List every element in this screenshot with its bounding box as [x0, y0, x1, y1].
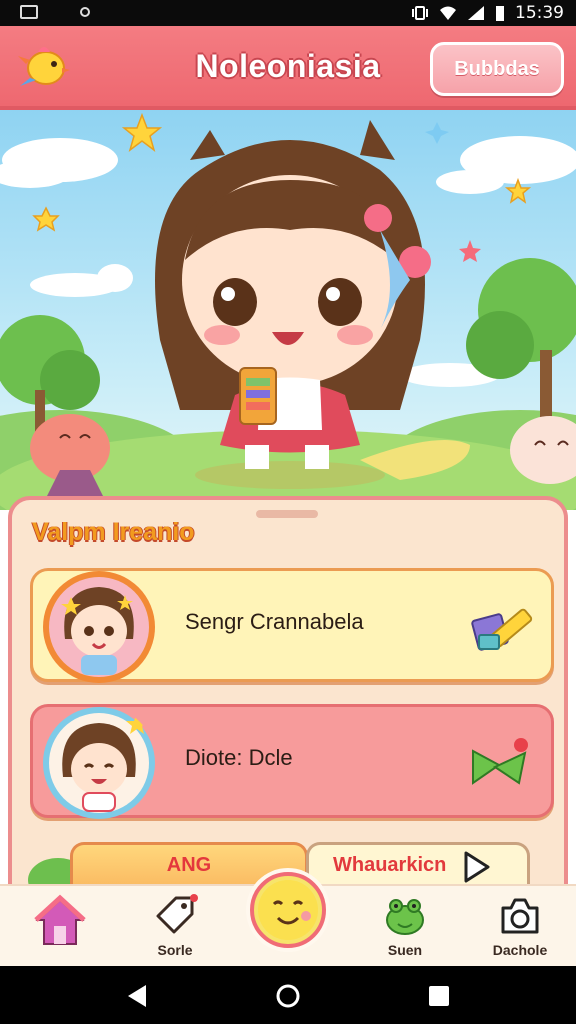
- character-panel: Valpm Ireanio Sengr Crannabela Diote: Dc…: [8, 496, 568, 900]
- nav-label: Suen: [387, 942, 423, 958]
- status-time: 15:39: [515, 3, 564, 23]
- character-card[interactable]: Diote: Dcle: [30, 704, 554, 819]
- tab-label: Whauarkicn: [333, 854, 447, 876]
- nav-item-sorle[interactable]: Sorle: [125, 886, 225, 968]
- tag-icon: [156, 894, 198, 934]
- notification-dot-icon: [80, 7, 90, 17]
- panel-title: Valpm Ireanio: [32, 518, 195, 546]
- play-icon[interactable]: [463, 851, 491, 883]
- green-arrows-icon[interactable]: [469, 731, 533, 795]
- avatar: [43, 707, 155, 819]
- app-header: Noleoniasia Bubbdas: [0, 26, 576, 110]
- signal-icon: [468, 6, 484, 20]
- home-circle-icon[interactable]: [275, 983, 301, 1009]
- vibrate-icon: [412, 6, 428, 20]
- nav-label: Sorle: [157, 942, 193, 958]
- card-label: Sengr Crannabela: [185, 609, 364, 634]
- hero-illustration: [0, 110, 576, 510]
- header-button[interactable]: Bubbdas: [430, 42, 564, 96]
- back-icon[interactable]: [124, 983, 150, 1009]
- camera-icon: [501, 898, 539, 934]
- avatar: [43, 571, 155, 683]
- frog-icon: [386, 899, 424, 935]
- crossed-blocks-icon[interactable]: [469, 595, 533, 659]
- nav-item-dachole[interactable]: Dachole: [470, 886, 570, 968]
- image-notification-icon: [20, 5, 38, 19]
- smiley-icon: [258, 880, 318, 940]
- home-icon: [34, 894, 86, 945]
- battery-icon: [496, 6, 504, 21]
- wifi-icon: [440, 6, 456, 20]
- recents-icon[interactable]: [426, 983, 452, 1009]
- nav-item-home[interactable]: [10, 886, 110, 968]
- center-smiley-button[interactable]: [250, 872, 326, 948]
- status-bar: 15:39: [0, 0, 576, 26]
- card-label: Diote: Dcle: [185, 745, 293, 770]
- system-nav-bar: [0, 966, 576, 1024]
- nav-label: Dachole: [492, 942, 548, 958]
- drag-handle[interactable]: [256, 510, 318, 518]
- nav-item-suen[interactable]: Suen: [355, 886, 455, 968]
- character-card[interactable]: Sengr Crannabela: [30, 568, 554, 683]
